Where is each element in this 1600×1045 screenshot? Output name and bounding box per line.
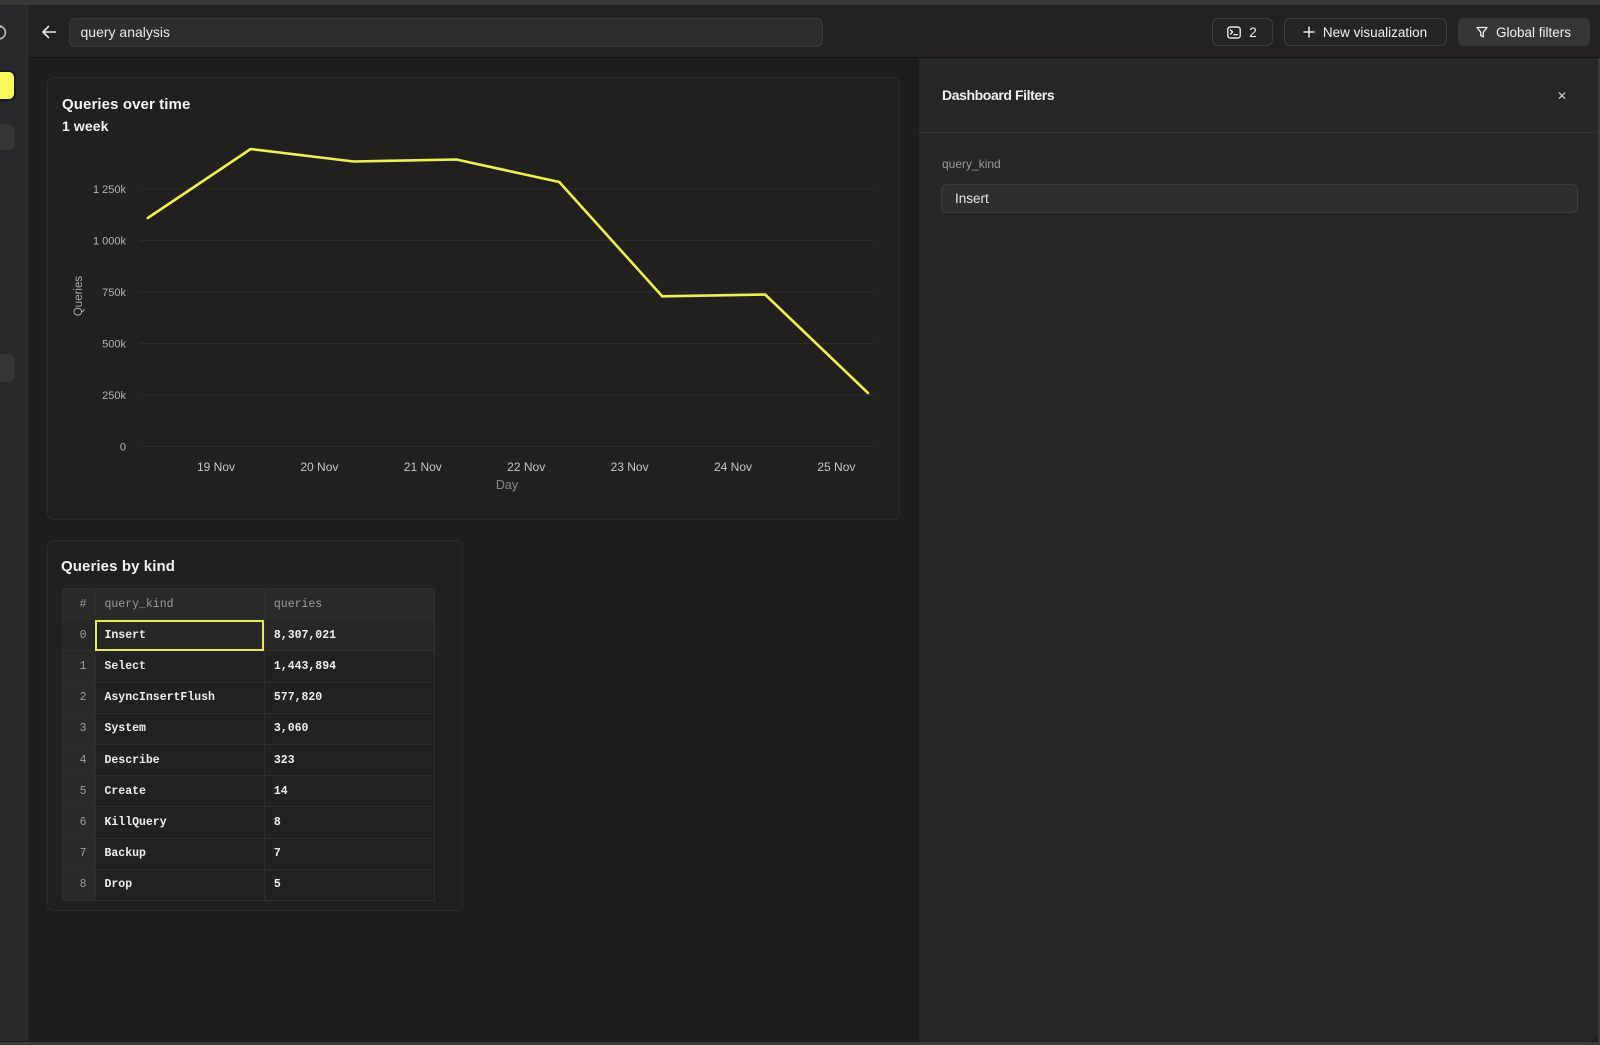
svg-text:23 Nov: 23 Nov bbox=[611, 460, 649, 474]
svg-text:24 Nov: 24 Nov bbox=[714, 460, 752, 474]
svg-text:250k: 250k bbox=[102, 390, 126, 402]
svg-text:20 Nov: 20 Nov bbox=[300, 460, 338, 474]
svg-text:25 Nov: 25 Nov bbox=[817, 460, 855, 474]
svg-text:19 Nov: 19 Nov bbox=[197, 460, 235, 474]
svg-text:Day: Day bbox=[496, 478, 519, 492]
svg-text:21 Nov: 21 Nov bbox=[404, 460, 442, 474]
svg-text:500k: 500k bbox=[102, 339, 126, 351]
svg-text:1 250k: 1 250k bbox=[93, 184, 127, 196]
svg-text:750k: 750k bbox=[102, 287, 126, 299]
svg-text:1 000k: 1 000k bbox=[93, 236, 127, 248]
svg-text:0: 0 bbox=[120, 442, 126, 454]
svg-text:Queries: Queries bbox=[73, 276, 85, 317]
svg-text:22 Nov: 22 Nov bbox=[507, 460, 545, 474]
